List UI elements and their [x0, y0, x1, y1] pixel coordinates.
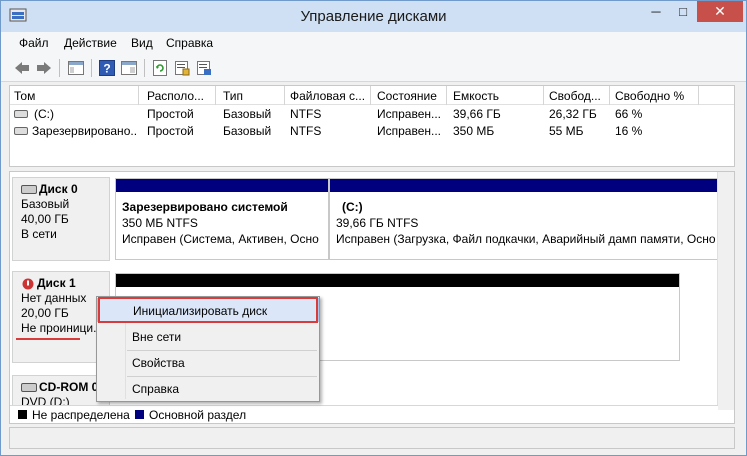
disk-1-name: Диск 1	[37, 276, 76, 290]
show-hide-icon[interactable]	[120, 59, 138, 77]
volume-name: (C:)	[34, 107, 54, 121]
column-header-filesystem[interactable]: Файловая с...	[290, 89, 365, 103]
toolbar-separator	[91, 59, 92, 77]
volume-status: Исправен...	[377, 107, 442, 121]
close-button[interactable]: ✕	[697, 1, 743, 22]
column-header-capacity[interactable]: Емкость	[453, 89, 499, 103]
column-divider[interactable]	[284, 86, 285, 105]
menu-item-properties[interactable]: Свойства	[97, 351, 319, 375]
menu-file[interactable]: Файл	[19, 36, 49, 50]
primary-partition-bar	[116, 179, 328, 192]
cdrom-0-name: CD-ROM 0	[39, 380, 99, 394]
export-icon[interactable]	[195, 59, 213, 77]
volume-layout: Простой	[147, 107, 194, 121]
volume-row[interactable]: (C:) Простой Базовый NTFS Исправен... 39…	[10, 106, 734, 123]
annotation-underline	[16, 338, 80, 340]
menu-bar: Файл Действие Вид Справка	[1, 32, 746, 54]
toolbar-separator	[144, 59, 145, 77]
disk-0-status: В сети	[21, 227, 57, 241]
partition-c-drive[interactable]: (C:) 39,66 ГБ NTFS Исправен (Загрузка, Ф…	[329, 178, 718, 260]
column-divider[interactable]	[609, 86, 610, 105]
volume-capacity: 350 МБ	[453, 124, 495, 138]
column-divider[interactable]	[138, 86, 139, 105]
volume-free-percent: 16 %	[615, 124, 643, 138]
volume-type: Базовый	[223, 107, 272, 121]
column-header-type[interactable]: Тип	[223, 89, 243, 103]
volume-capacity: 39,66 ГБ	[453, 107, 501, 121]
column-header-layout[interactable]: Располо...	[147, 89, 204, 103]
legend-unallocated-swatch	[18, 410, 27, 419]
volume-status: Исправен...	[377, 124, 442, 138]
column-header-status[interactable]: Состояние	[377, 89, 437, 103]
title-bar: Управление дисками ─ □ ✕	[1, 1, 746, 32]
volume-layout: Простой	[147, 124, 194, 138]
volume-type: Базовый	[223, 124, 272, 138]
window-title: Управление дисками	[300, 8, 447, 25]
disk-0-label[interactable]: Диск 0 Базовый 40,00 ГБ В сети	[12, 177, 110, 261]
refresh-icon[interactable]	[151, 59, 169, 77]
column-divider[interactable]	[370, 86, 371, 105]
column-header-free-space[interactable]: Свобод...	[549, 89, 601, 103]
properties-icon[interactable]	[173, 59, 191, 77]
disk-management-window: Управление дисками ─ □ ✕ Файл Действие В…	[0, 0, 747, 456]
column-divider[interactable]	[698, 86, 699, 105]
cdrom-icon	[21, 383, 37, 393]
disk-icon	[21, 185, 37, 195]
partition-size: 350 МБ NTFS	[122, 216, 198, 230]
volume-filesystem: NTFS	[290, 124, 322, 138]
menu-action[interactable]: Действие	[64, 36, 117, 50]
help-icon[interactable]: ?	[98, 59, 116, 77]
annotation-highlight-box	[98, 297, 318, 323]
toolbar-separator	[59, 59, 60, 77]
column-divider[interactable]	[543, 86, 544, 105]
disk-0-type: Базовый	[21, 197, 70, 211]
menu-item-help[interactable]: Справка	[97, 377, 319, 401]
column-header-free-percent[interactable]: Свободно %	[615, 89, 684, 103]
column-divider[interactable]	[215, 86, 216, 105]
legend-primary-swatch	[135, 410, 144, 419]
disk-warning-icon	[22, 278, 34, 290]
toolbar: ?	[1, 54, 746, 82]
vertical-scrollbar[interactable]	[717, 172, 734, 410]
legend-primary-label: Основной раздел	[149, 408, 247, 422]
menu-item-offline[interactable]: Вне сети	[97, 325, 319, 349]
drive-icon	[14, 110, 28, 118]
volume-name: Зарезервировано...	[32, 124, 138, 138]
column-divider[interactable]	[446, 86, 447, 105]
unallocated-bar	[116, 274, 679, 287]
menu-help[interactable]: Справка	[166, 36, 213, 50]
forward-arrow-icon[interactable]	[35, 59, 53, 77]
partition-status: Исправен (Система, Активен, Осно	[122, 232, 319, 246]
volume-free-space: 55 МБ	[549, 124, 584, 138]
disk-0-size: 40,00 ГБ	[21, 212, 69, 226]
drive-icon	[14, 127, 28, 135]
status-bar	[9, 427, 735, 449]
volume-filesystem: NTFS	[290, 107, 322, 121]
volume-free-space: 26,32 ГБ	[549, 107, 597, 121]
partition-size: 39,66 ГБ NTFS	[336, 216, 419, 230]
maximize-button[interactable]: □	[670, 1, 696, 22]
console-tree-icon[interactable]	[67, 59, 85, 77]
disk-0-name: Диск 0	[39, 182, 78, 196]
primary-partition-bar	[330, 179, 717, 192]
minimize-button[interactable]: ─	[643, 1, 669, 22]
volume-row[interactable]: Зарезервировано... Простой Базовый NTFS …	[10, 123, 734, 140]
partition-system-reserved[interactable]: Зарезервировано системой 350 МБ NTFS Исп…	[115, 178, 329, 260]
column-header-volume[interactable]: Том	[14, 89, 35, 103]
legend-unallocated-label: Не распределена	[32, 408, 130, 422]
partition-status: Исправен (Загрузка, Файл подкачки, Авари…	[336, 232, 716, 246]
partition-title: Зарезервировано системой	[122, 200, 288, 214]
menu-view[interactable]: Вид	[131, 36, 153, 50]
legend: Не распределена Основной раздел	[10, 405, 718, 423]
volume-free-percent: 66 %	[615, 107, 643, 121]
volume-list: Том Располо... Тип Файловая с... Состоян…	[9, 85, 735, 167]
svg-text:?: ?	[103, 62, 110, 76]
column-headers: Том Располо... Тип Файловая с... Состоян…	[10, 86, 734, 105]
back-arrow-icon[interactable]	[13, 59, 31, 77]
partition-title: (C:)	[342, 200, 363, 214]
